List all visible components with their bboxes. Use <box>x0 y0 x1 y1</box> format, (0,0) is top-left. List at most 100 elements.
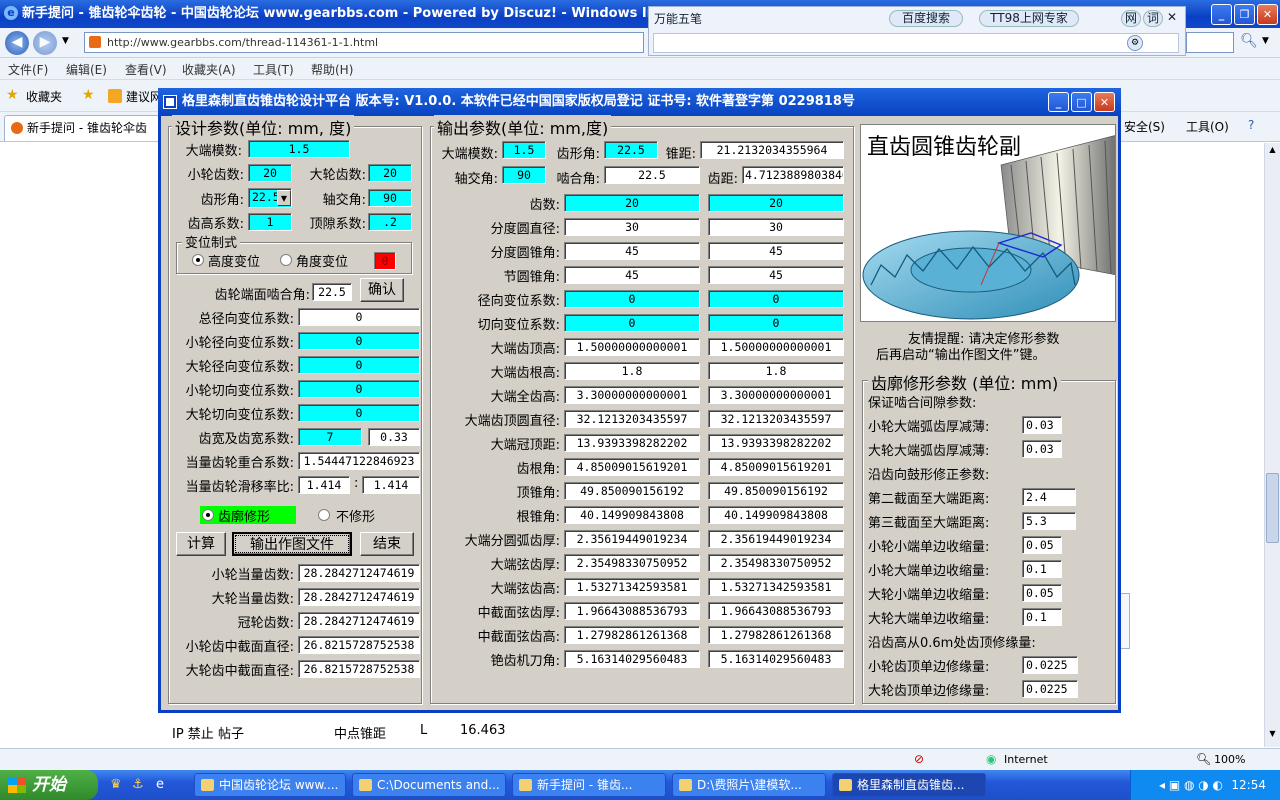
face-width-coef-input[interactable]: 0.33 <box>368 428 420 446</box>
profile-mod-label: 齿廓修形 <box>218 510 271 525</box>
profile-row-input[interactable]: 0.03 <box>1022 440 1062 458</box>
tools-menu[interactable]: 工具(O) <box>1186 118 1229 135</box>
safety-menu[interactable]: 安全(S) <box>1124 118 1165 135</box>
menu-help[interactable]: 帮助(H) <box>311 61 353 78</box>
pinion-value: 1.27982861261368 <box>564 626 700 644</box>
zoom-level[interactable]: 100% <box>1214 753 1245 766</box>
output-row-label: 切向变位系数: <box>477 318 560 333</box>
favorites-button[interactable]: 收藏夹 <box>26 88 62 105</box>
c-input[interactable]: .2 <box>368 213 412 231</box>
profile-mod-radio[interactable] <box>202 509 214 521</box>
profile-row-input[interactable]: 0.0225 <box>1022 656 1078 674</box>
add-favorite-icon[interactable]: ★ <box>82 87 95 103</box>
gear-value: 2.35619449019234 <box>708 530 844 548</box>
c-label: 顶隙系数: <box>309 217 366 232</box>
search-icon[interactable]: 🔍︎ <box>1238 33 1260 53</box>
module-input[interactable]: 1.5 <box>248 140 350 158</box>
start-button[interactable]: 开始 <box>0 770 98 800</box>
equiv-label: 大轮齿中截面直径: <box>185 664 294 679</box>
pressure-input[interactable]: 22.5 <box>312 283 352 301</box>
z1-input[interactable]: 20 <box>248 164 292 182</box>
profile-row-input[interactable]: 0.05 <box>1022 584 1062 602</box>
quicklaunch-app-icon-2[interactable]: ⚓ <box>132 777 144 792</box>
shift-angle-radio[interactable] <box>280 254 292 266</box>
menu-view[interactable]: 查看(V) <box>125 61 167 78</box>
profile-row-input[interactable]: 5.3 <box>1022 512 1076 530</box>
app-maximize-icon[interactable]: □ <box>1071 92 1092 112</box>
forward-icon[interactable]: ▶ <box>33 31 57 55</box>
no-mod-radio[interactable] <box>318 509 330 521</box>
quicklaunch-app-icon[interactable]: ♛ <box>110 777 122 792</box>
scroll-thumb[interactable] <box>1266 473 1279 543</box>
gear-image-title: 直齿圆锥齿轮副 <box>867 135 1022 160</box>
ime-word-button[interactable]: 词 <box>1143 10 1163 27</box>
profile-row-input[interactable]: 0.1 <box>1022 560 1062 578</box>
profile-row-label: 大轮大端单边收缩量: <box>868 612 990 627</box>
end-button[interactable]: 结束 <box>360 532 414 556</box>
ime-input[interactable] <box>653 33 1179 53</box>
page-scrollbar[interactable]: ▲ ▼ <box>1264 143 1280 747</box>
menu-edit[interactable]: 编辑(E) <box>66 61 107 78</box>
ime-tt98-button[interactable]: TT98上网专家 <box>979 10 1079 27</box>
export-drawing-button[interactable]: 输出作图文件 <box>232 532 352 556</box>
scroll-up-icon[interactable]: ▲ <box>1266 145 1279 159</box>
tab-current[interactable]: 新手提问 - 锥齿轮伞齿 <box>4 115 160 141</box>
pinion-value: 1.50000000000001 <box>564 338 700 356</box>
search-box[interactable] <box>1186 32 1234 53</box>
clock[interactable]: 12:54 <box>1231 778 1266 792</box>
profile-row-input[interactable]: 0.03 <box>1022 416 1062 434</box>
menu-favorites[interactable]: 收藏夹(A) <box>182 61 236 78</box>
profile-row-input[interactable]: 0.0225 <box>1022 680 1078 698</box>
sigma-input[interactable]: 90 <box>368 189 412 207</box>
zoom-icon[interactable]: 🔍︎ <box>1196 752 1211 766</box>
profile-row-input[interactable]: 0.05 <box>1022 536 1062 554</box>
task-documents[interactable]: C:\Documents and... <box>352 773 506 797</box>
history-dropdown-icon[interactable]: ▼ <box>62 36 69 46</box>
menu-file[interactable]: 文件(F) <box>8 61 48 78</box>
app-title: 格里森制直齿锥齿轮设计平台 版本号: V1.0.0. 本软件已经中国国家版权局登… <box>182 94 855 109</box>
overlap-output: 1.54447122846923 <box>298 452 420 470</box>
ime-close-icon[interactable]: ✕ <box>1167 10 1177 24</box>
ime-settings-icon[interactable]: ⚙ <box>1127 35 1143 51</box>
tray-icons[interactable]: ◂ ▣ ◍ ◑ ◐ <box>1159 770 1223 800</box>
gear-value: 0 <box>708 290 844 308</box>
app-close-icon[interactable]: ✕ <box>1094 92 1115 112</box>
z1-tangential-shift-input[interactable]: 0 <box>298 380 420 398</box>
profile-row-input[interactable]: 0.1 <box>1022 608 1062 626</box>
minimize-icon[interactable]: _ <box>1211 4 1232 25</box>
profile-row-input[interactable]: 2.4 <box>1022 488 1076 506</box>
task-gear-app[interactable]: 格里森制直齿锥齿... <box>832 773 986 797</box>
ha-input[interactable]: 1 <box>248 213 292 231</box>
ime-baidu-button[interactable]: 百度搜索 <box>889 10 963 27</box>
task-ie-thread[interactable]: 新手提问 - 锥齿... <box>512 773 666 797</box>
ime-net-button[interactable]: 网 <box>1121 10 1141 27</box>
task-label: 新手提问 - 锥齿... <box>537 778 633 792</box>
app-minimize-icon[interactable]: _ <box>1048 92 1069 112</box>
back-icon[interactable]: ◀ <box>5 31 29 55</box>
face-width-input[interactable]: 7 <box>298 428 362 446</box>
address-input[interactable]: http://www.gearbbs.com/thread-114361-1-1… <box>84 32 644 53</box>
shift-height-radio[interactable] <box>192 254 204 266</box>
equiv-label: 小轮齿中截面直径: <box>185 640 294 655</box>
suggested-sites-link[interactable]: 建议网 <box>126 88 162 105</box>
task-gearbbs[interactable]: 中国齿轮论坛 www.... <box>194 773 346 797</box>
search-options-icon[interactable]: ▼ <box>1262 36 1269 46</box>
gear-value: 30 <box>708 218 844 236</box>
z1-radial-shift-input[interactable]: 0 <box>298 332 420 350</box>
close-icon[interactable]: ✕ <box>1257 4 1278 25</box>
scroll-down-icon[interactable]: ▼ <box>1266 729 1279 743</box>
z2-radial-shift-input[interactable]: 0 <box>298 356 420 374</box>
menu-tools[interactable]: 工具(T) <box>253 61 294 78</box>
z2-input[interactable]: 20 <box>368 164 412 182</box>
maximize-icon[interactable]: ❐ <box>1234 4 1255 25</box>
help-icon[interactable]: ? <box>1248 118 1254 132</box>
out-cone-label: 锥距: <box>665 147 696 162</box>
task-folder-d[interactable]: D:\费照片\建模软... <box>672 773 826 797</box>
profile-row-label: 大轮齿顶单边修缘量: <box>868 684 990 699</box>
calculate-button[interactable]: 计算 <box>176 532 226 556</box>
confirm-button[interactable]: 确认 <box>360 278 404 302</box>
total-shift-input[interactable]: 0 <box>298 308 420 326</box>
alpha-dropdown-icon[interactable]: ▼ <box>277 190 291 206</box>
z2-tangential-shift-input[interactable]: 0 <box>298 404 420 422</box>
quicklaunch-ie-icon[interactable]: e <box>156 777 164 792</box>
